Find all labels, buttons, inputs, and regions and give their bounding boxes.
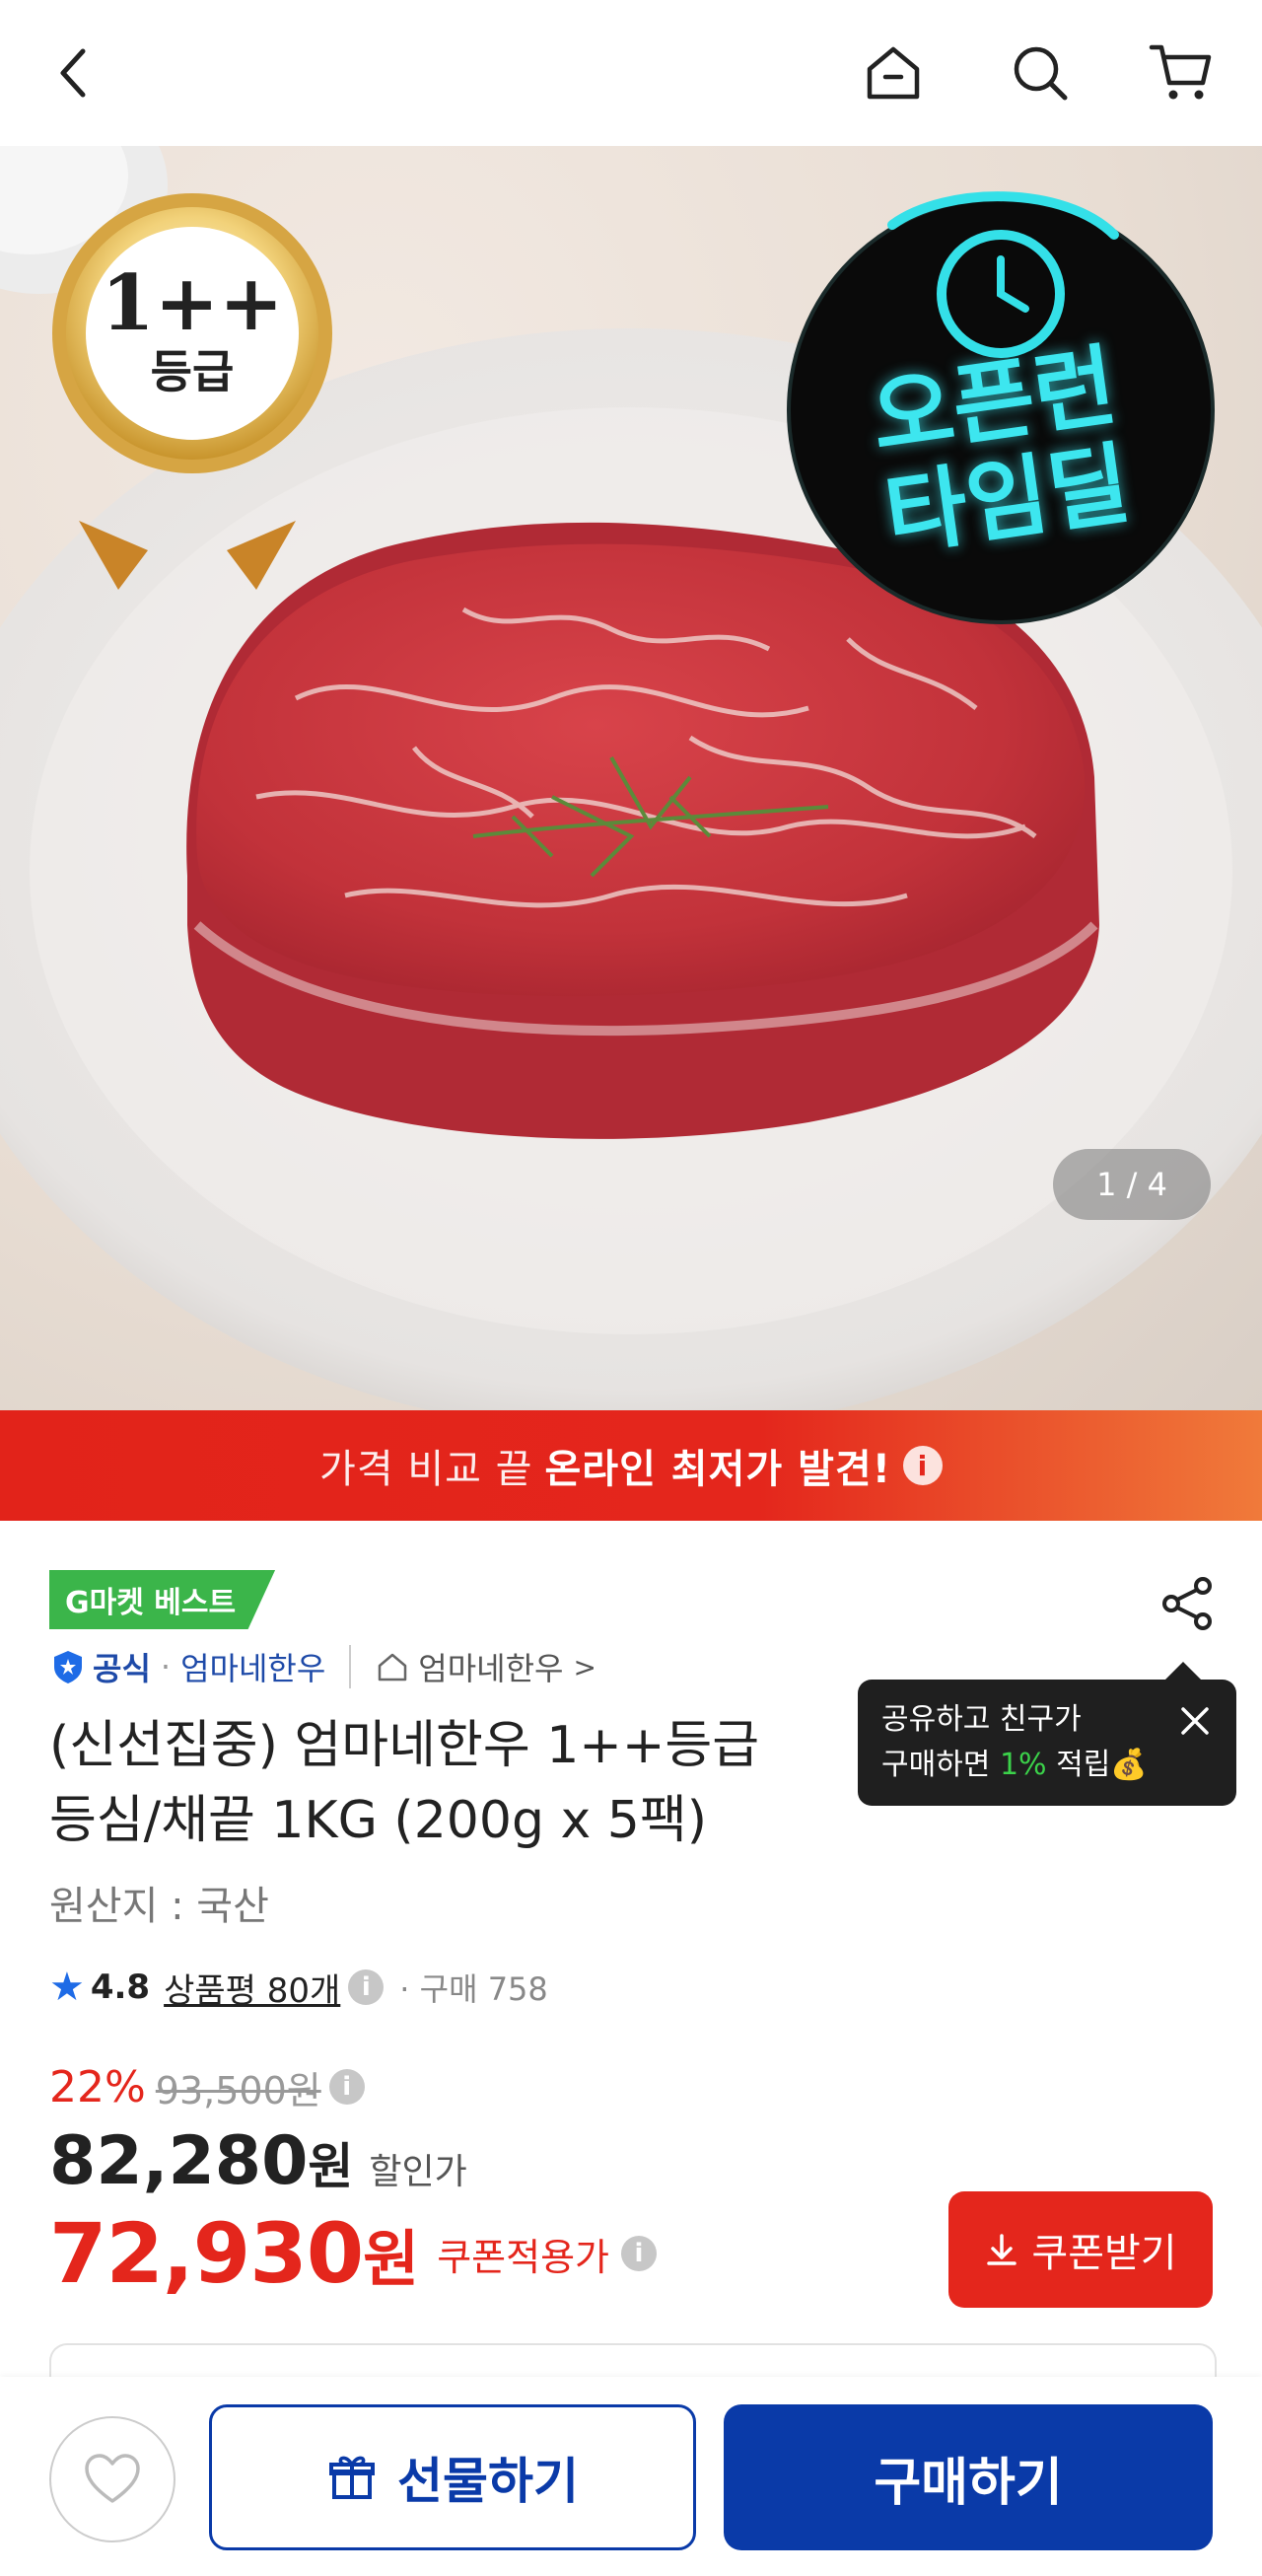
tooltip-reward-pct: 1% bbox=[999, 1748, 1047, 1782]
store-name: 엄마네한우 bbox=[418, 1650, 564, 1687]
divider bbox=[349, 1645, 352, 1688]
coupon-button-label: 쿠폰받기 bbox=[1031, 2231, 1177, 2276]
info-icon[interactable]: i bbox=[348, 1969, 385, 2005]
info-icon[interactable]: i bbox=[328, 2069, 365, 2105]
coupon-price: 72,930 bbox=[49, 2205, 364, 2302]
gift-icon bbox=[329, 2456, 375, 2499]
share-icon bbox=[1162, 1577, 1212, 1630]
coupon-price-unit: 원 bbox=[363, 2223, 420, 2295]
official-shield-icon bbox=[54, 1651, 82, 1683]
share-button[interactable] bbox=[1156, 1572, 1219, 1635]
home-button[interactable] bbox=[854, 34, 933, 112]
seller-row: 공식 · 엄마네한우 엄마네한우 > bbox=[49, 1643, 596, 1690]
store-home-icon bbox=[379, 1653, 407, 1682]
gift-button[interactable]: 선물하기 bbox=[209, 2404, 696, 2550]
original-price: 93,500원 bbox=[155, 2068, 321, 2112]
cart-button[interactable] bbox=[1142, 34, 1221, 112]
home-icon bbox=[867, 46, 920, 100]
wishlist-button[interactable] bbox=[49, 2416, 175, 2542]
share-reward-tooltip: 공유하고 친구가 구매하면 1% 적립💰 bbox=[858, 1662, 1236, 1806]
rating-score: 4.8 bbox=[90, 1968, 151, 2007]
chevron-left-icon bbox=[60, 48, 86, 98]
discount-percent: 22% bbox=[49, 2061, 146, 2112]
get-coupon-button[interactable]: 쿠폰받기 bbox=[948, 2191, 1213, 2308]
buy-button[interactable]: 구매하기 bbox=[724, 2404, 1213, 2550]
product-image-carousel[interactable]: 1++ 등급 오픈런 타임딜 bbox=[0, 146, 1262, 1410]
gmarket-best-badge: G마켓 베스트 bbox=[49, 1570, 276, 1629]
cart-icon bbox=[1149, 44, 1212, 100]
rating-row: ★ 4.8 상품평 80개 i · 구매 758 bbox=[49, 1963, 548, 2012]
banner-prefix: 가격 비교 끝 bbox=[319, 1447, 533, 1492]
coupon-price-row: 72,930 원 쿠폰적용가 i bbox=[49, 2205, 658, 2302]
grade-badge-sub: 등급 bbox=[150, 345, 235, 398]
tooltip-line2-prefix: 구매하면 bbox=[881, 1748, 991, 1782]
sale-price: 82,280 bbox=[49, 2122, 309, 2200]
sale-price-row: 82,280 원 할인가 bbox=[49, 2122, 467, 2200]
bottom-action-bar: 선물하기 구매하기 bbox=[0, 2377, 1262, 2576]
chevron-right-icon: > bbox=[573, 1650, 596, 1683]
coupon-price-label: 쿠폰적용가 bbox=[437, 2235, 610, 2279]
lowest-price-banner[interactable]: 가격 비교 끝 온라인 최저가 발견! i bbox=[0, 1410, 1262, 1521]
top-nav-bar bbox=[0, 0, 1262, 146]
official-label: 공식 bbox=[93, 1650, 151, 1687]
separator-dot: · bbox=[160, 1648, 172, 1685]
info-icon[interactable]: i bbox=[621, 2236, 658, 2271]
search-button[interactable] bbox=[1000, 34, 1079, 112]
info-icon[interactable]: i bbox=[902, 1446, 943, 1485]
tooltip-line2: 구매하면 1% 적립💰 bbox=[881, 1743, 1213, 1788]
tooltip-line1: 공유하고 친구가 bbox=[881, 1702, 1082, 1737]
gift-button-label: 선물하기 bbox=[397, 2453, 579, 2510]
grade-badge-label: 1++ bbox=[101, 258, 284, 348]
search-icon bbox=[1014, 46, 1068, 101]
store-link[interactable]: 엄마네한우 > bbox=[375, 1644, 596, 1689]
tooltip-line2-suffix: 적립💰 bbox=[1056, 1748, 1148, 1782]
download-icon bbox=[987, 2234, 1017, 2265]
sale-price-label: 할인가 bbox=[369, 2152, 467, 2192]
heart-icon bbox=[85, 2454, 140, 2503]
sale-price-unit: 원 bbox=[308, 2138, 354, 2195]
close-icon[interactable] bbox=[1177, 1703, 1213, 1739]
purchase-count: · 구매 758 bbox=[399, 1970, 548, 2008]
back-button[interactable] bbox=[35, 34, 114, 112]
brand-link[interactable]: 엄마네한우 bbox=[180, 1644, 325, 1689]
reviews-link[interactable]: 상품평 80개 bbox=[164, 1964, 340, 2012]
origin-label: 원산지 : 국산 bbox=[49, 1884, 269, 1929]
banner-highlight: 온라인 최저가 발견! bbox=[544, 1447, 891, 1492]
star-icon: ★ bbox=[49, 1965, 85, 2010]
image-counter: 1 / 4 bbox=[1053, 1149, 1211, 1220]
discount-row: 22% 93,500원 i bbox=[49, 2059, 365, 2114]
